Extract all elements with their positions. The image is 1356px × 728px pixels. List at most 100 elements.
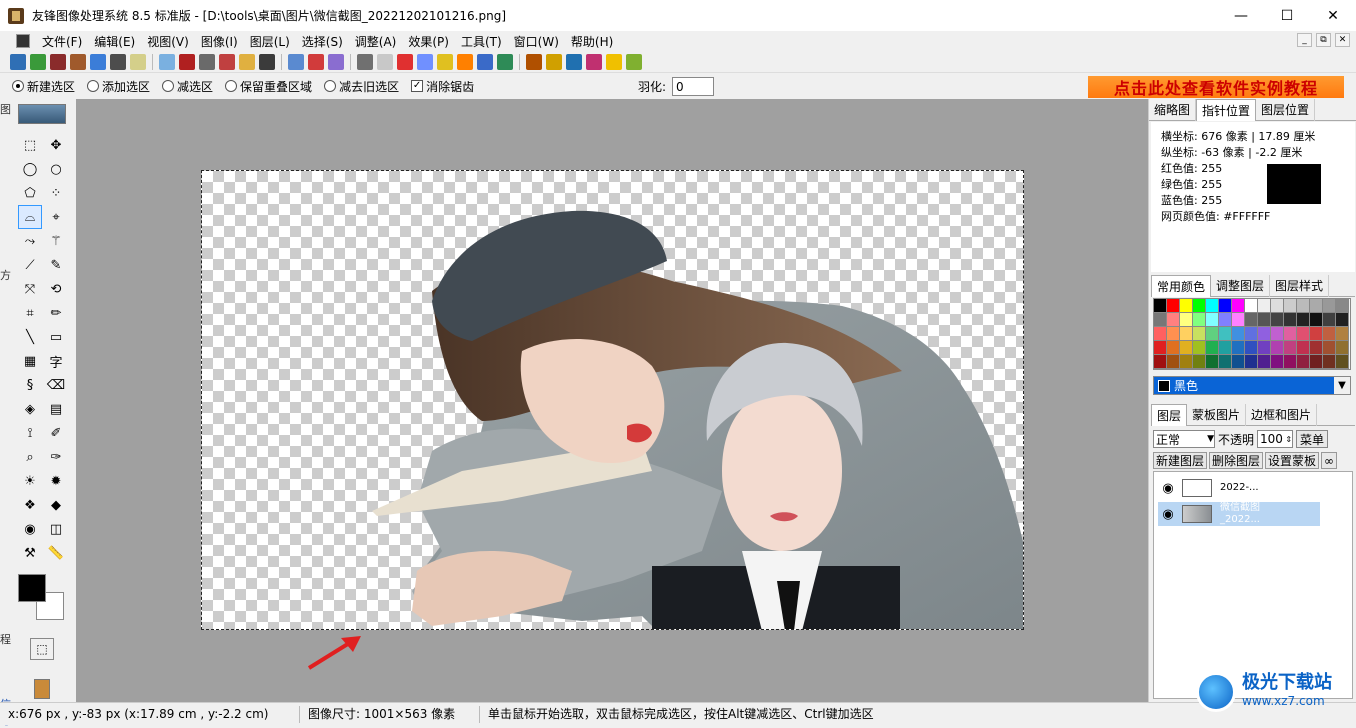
menu-image[interactable]: 图像(I) <box>195 33 244 50</box>
opacity-input[interactable]: 100 ⇕ <box>1257 430 1294 448</box>
palette-swatch[interactable] <box>1180 341 1193 355</box>
palette-swatch[interactable] <box>1245 341 1258 355</box>
rectangle-tool-icon[interactable]: ▭ <box>44 325 68 349</box>
menu-tools[interactable]: 工具(T) <box>455 33 508 50</box>
menu-view[interactable]: 视图(V) <box>141 33 195 50</box>
palette-swatch[interactable] <box>1310 327 1323 341</box>
mode-add-selection[interactable]: 添加选区 <box>87 78 150 95</box>
palette-swatch[interactable] <box>1206 299 1219 313</box>
toolbar-button-icon[interactable] <box>606 53 622 70</box>
pencil-tool-icon[interactable]: ✏ <box>44 301 68 325</box>
doc-minimize-button[interactable]: _ <box>1297 33 1312 47</box>
document-icon[interactable] <box>16 34 30 48</box>
path-tool-icon[interactable]: ⤳ <box>18 229 42 253</box>
toolbar-button-icon[interactable] <box>159 53 175 70</box>
palette-swatch[interactable] <box>1245 313 1258 327</box>
maximize-button[interactable]: ☐ <box>1264 0 1310 31</box>
tab-layer-styles[interactable]: 图层样式 <box>1270 275 1330 297</box>
palette-swatch[interactable] <box>1193 313 1206 327</box>
palette-swatch[interactable] <box>1258 355 1271 369</box>
menu-layer[interactable]: 图层(L) <box>244 33 296 50</box>
tab-borders-images[interactable]: 边框和图片 <box>1246 404 1318 426</box>
palette-swatch[interactable] <box>1206 341 1219 355</box>
toolbar-button-icon[interactable] <box>477 53 493 70</box>
quick-mask-icon[interactable]: ⬚ <box>30 638 54 660</box>
spinner-icon[interactable]: ⇕ <box>1285 435 1292 444</box>
palette-swatch[interactable] <box>1336 341 1349 355</box>
palette-swatch[interactable] <box>1167 313 1180 327</box>
radio-icon[interactable] <box>87 80 100 92</box>
toolbar-button-icon[interactable] <box>199 53 215 70</box>
toolbar-button-icon[interactable] <box>219 53 235 70</box>
menu-file[interactable]: 文件(F) <box>36 33 88 50</box>
eye-icon[interactable]: ◉ <box>1158 478 1178 498</box>
palette-swatch[interactable] <box>1180 327 1193 341</box>
magic-select-tool-icon[interactable]: ⁘ <box>44 181 68 205</box>
brush-tool-icon[interactable]: ✐ <box>44 421 68 445</box>
blend-mode-select[interactable]: 正常 ▼ <box>1153 430 1215 448</box>
toolbar-button-icon[interactable] <box>10 53 26 70</box>
palette-swatch[interactable] <box>1167 341 1180 355</box>
ellipse-select-tool-icon[interactable]: ◯ <box>18 157 42 181</box>
palette-swatch[interactable] <box>1258 327 1271 341</box>
image-canvas[interactable] <box>201 170 1024 630</box>
eraser-tool-icon[interactable]: ⌫ <box>44 373 68 397</box>
toolbar-button-icon[interactable] <box>130 53 146 70</box>
toolbar-button-icon[interactable] <box>288 53 304 70</box>
tab-common-colors[interactable]: 常用颜色 <box>1151 275 1212 297</box>
toolbar-button-icon[interactable] <box>497 53 513 70</box>
toolbar-button-icon[interactable] <box>70 53 86 70</box>
tab-layers[interactable]: 图层 <box>1151 404 1188 426</box>
rotate-tool-icon[interactable]: ⟲ <box>44 277 68 301</box>
palette-swatch[interactable] <box>1180 313 1193 327</box>
line-tool-icon[interactable]: ╲ <box>18 325 42 349</box>
menu-edit[interactable]: 编辑(E) <box>88 33 141 50</box>
zoom-tool-icon[interactable]: ⌕ <box>18 445 42 469</box>
palette-swatch[interactable] <box>1323 327 1336 341</box>
circle-select-tool-icon[interactable]: ○ <box>44 157 68 181</box>
palette-swatch[interactable] <box>1167 327 1180 341</box>
magnetic-lasso-tool-icon[interactable]: ⌖ <box>44 205 68 229</box>
palette-swatch[interactable] <box>1284 299 1297 313</box>
color-dropdown[interactable]: 黑色 ▼ <box>1153 376 1351 395</box>
tutorial-banner[interactable]: 点击此处查看软件实例教程 <box>1088 76 1344 98</box>
text-tool-icon[interactable]: 字 <box>44 349 68 373</box>
navigator-thumbnail[interactable] <box>18 104 66 124</box>
foreground-color[interactable] <box>18 574 46 602</box>
new-layer-button[interactable]: 新建图层 <box>1153 452 1208 469</box>
menu-adjust[interactable]: 调整(A) <box>349 33 403 50</box>
polygon-select-tool-icon[interactable]: ⬠ <box>18 181 42 205</box>
palette-swatch[interactable] <box>1206 355 1219 369</box>
palette-swatch[interactable] <box>1206 313 1219 327</box>
palette-swatch[interactable] <box>1206 327 1219 341</box>
palette-swatch[interactable] <box>1310 299 1323 313</box>
palette-swatch[interactable] <box>1154 299 1167 313</box>
palette-swatch[interactable] <box>1310 341 1323 355</box>
palette-swatch[interactable] <box>1245 355 1258 369</box>
toolbar-button-icon[interactable] <box>377 53 393 70</box>
palette-swatch[interactable] <box>1310 355 1323 369</box>
toolbar-button-icon[interactable] <box>328 53 344 70</box>
palette-swatch[interactable] <box>1336 313 1349 327</box>
palette-swatch[interactable] <box>1167 355 1180 369</box>
palette-swatch[interactable] <box>1193 341 1206 355</box>
palette-swatch[interactable] <box>1180 355 1193 369</box>
rect-select-tool-icon[interactable]: ⬚ <box>18 133 42 157</box>
palette-swatch[interactable] <box>1219 299 1232 313</box>
palette-swatch[interactable] <box>1271 341 1284 355</box>
palette-swatch[interactable] <box>1297 327 1310 341</box>
palette-swatch[interactable] <box>1297 355 1310 369</box>
lasso-tool-icon[interactable]: ⌓ <box>18 205 42 229</box>
image-tool-icon[interactable]: ▦ <box>18 349 42 373</box>
palette-swatch[interactable] <box>1232 341 1245 355</box>
frame-tool-icon[interactable]: ◫ <box>44 517 68 541</box>
palette-swatch[interactable] <box>1271 313 1284 327</box>
toolbar-button-icon[interactable] <box>179 53 195 70</box>
toolbar-button-icon[interactable] <box>239 53 255 70</box>
palette-swatch[interactable] <box>1245 299 1258 313</box>
palette-swatch[interactable] <box>1297 313 1310 327</box>
gradient-tool-icon[interactable]: ▤ <box>44 397 68 421</box>
palette-swatch[interactable] <box>1323 341 1336 355</box>
toolbar-button-icon[interactable] <box>586 53 602 70</box>
palette-swatch[interactable] <box>1232 327 1245 341</box>
